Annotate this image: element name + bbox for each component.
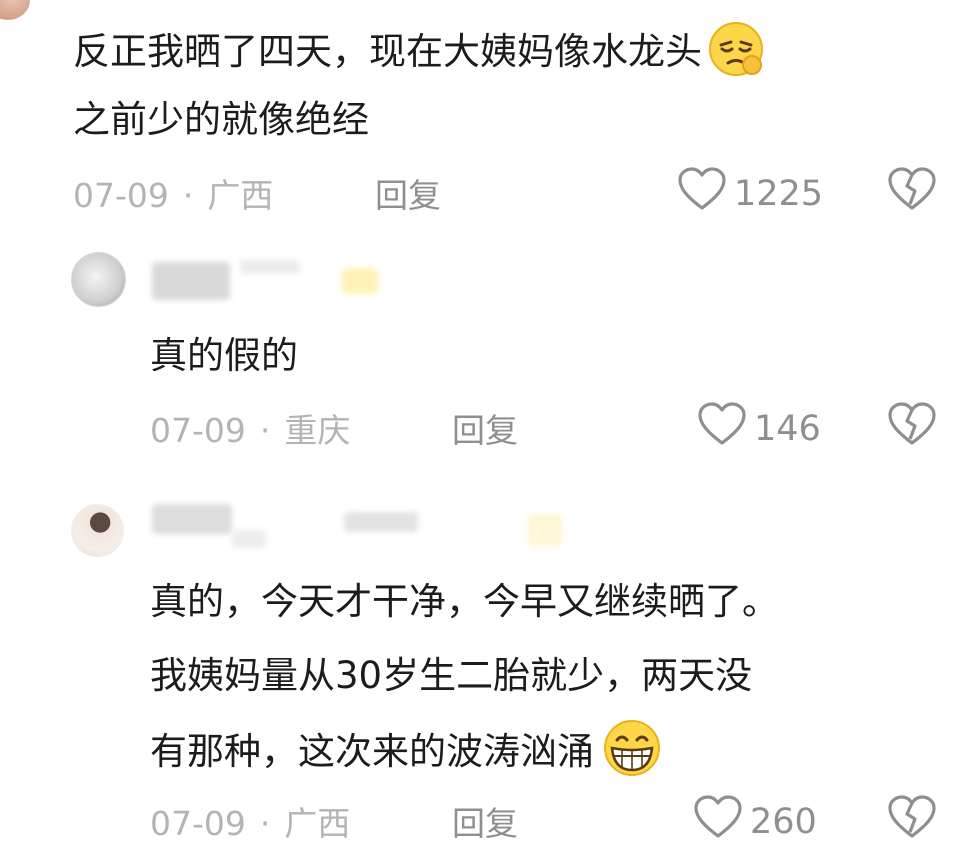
- broken-heart-icon: [886, 794, 938, 844]
- username-redacted: [240, 260, 300, 274]
- reply-button[interactable]: 回复: [375, 169, 441, 217]
- comment-text-line: 反正我晒了四天，现在大姨妈像水龙头: [73, 19, 766, 88]
- avatar[interactable]: [71, 504, 124, 557]
- meta-separator: ·: [259, 411, 271, 450]
- badge-redacted: [342, 268, 378, 294]
- username-redacted: [152, 504, 232, 534]
- heart-outline-icon: [692, 794, 744, 849]
- comment-location: 广西: [284, 804, 351, 843]
- comment-date: 07-09: [150, 411, 246, 450]
- badge-redacted: [528, 514, 562, 546]
- like-count: 146: [754, 408, 821, 449]
- avatar[interactable]: [71, 252, 126, 307]
- like-count: 260: [750, 801, 817, 842]
- comment-text: 有那种，这次来的波涛汹涌: [150, 730, 594, 773]
- meta-separator: ·: [259, 804, 271, 843]
- avatar[interactable]: [0, 0, 30, 20]
- like-count: 1225: [734, 173, 824, 214]
- comment-date: 07-09: [73, 176, 169, 215]
- comment-meta: 07-09 · 重庆: [150, 404, 350, 452]
- comment-text-line: 真的假的: [150, 334, 298, 377]
- dislike-button[interactable]: [886, 166, 938, 216]
- meta-separator: ·: [182, 176, 194, 215]
- comment-text-line: 真的，今天才干净，今早又继续晒了。: [150, 580, 779, 623]
- like-button[interactable]: 260: [692, 794, 817, 849]
- heart-outline-icon: [676, 166, 728, 221]
- broken-heart-icon: [886, 401, 938, 451]
- broken-heart-icon: [886, 166, 938, 216]
- like-button[interactable]: 1225: [676, 166, 823, 221]
- dislike-button[interactable]: [886, 794, 938, 844]
- username-redacted: [152, 262, 230, 300]
- reply-button[interactable]: 回复: [452, 797, 518, 845]
- username-redacted: [344, 512, 418, 532]
- comment-text: 反正我晒了四天，现在大姨妈像水龙头: [73, 30, 702, 73]
- pensive-face-icon: [706, 19, 766, 88]
- comment-meta: 07-09 · 广西: [73, 169, 273, 217]
- reply-button[interactable]: 回复: [452, 404, 518, 452]
- grinning-face-icon: [600, 718, 664, 789]
- dislike-button[interactable]: [886, 401, 938, 451]
- heart-outline-icon: [696, 401, 748, 456]
- comment-meta: 07-09 · 广西: [150, 797, 350, 845]
- comment-location: 广西: [207, 176, 274, 215]
- comment-text-line: 我姨妈量从30岁生二胎就少，两天没: [150, 654, 753, 697]
- comment-date: 07-09: [150, 804, 246, 843]
- username-redacted: [232, 530, 266, 548]
- comment-text-line: 之前少的就像绝经: [73, 98, 369, 141]
- like-button[interactable]: 146: [696, 401, 821, 456]
- comment-text-line: 有那种，这次来的波涛汹涌: [150, 718, 664, 789]
- comment-location: 重庆: [284, 411, 351, 450]
